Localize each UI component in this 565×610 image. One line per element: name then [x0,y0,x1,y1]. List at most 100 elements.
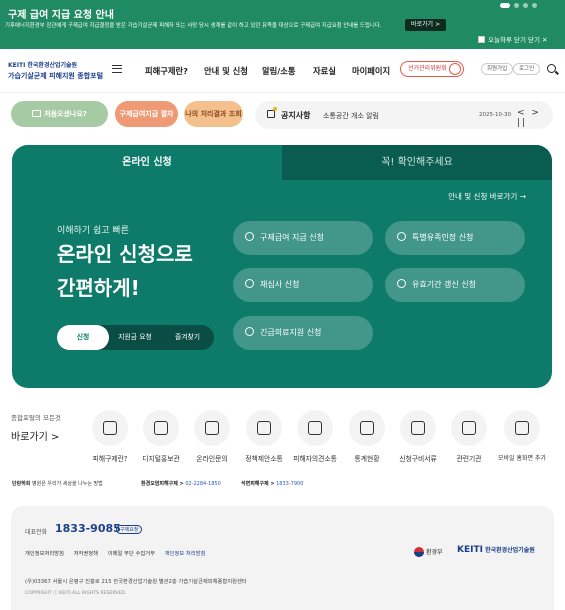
shortcut-mobile[interactable]: 모바일 홈화면 추가 [496,410,548,462]
notice-controls[interactable]: < > || [517,108,553,128]
related-link-b[interactable]: 환경오염피해구제 > 02-2284-1850 [141,480,221,487]
gnb-item-notice[interactable]: 알림/소통 [262,65,296,77]
shortcut-label: 관련기관 [456,455,482,463]
headset-icon [194,410,230,446]
gnb-item-relief[interactable]: 피해구제란? [145,65,188,77]
apply-item-renewal[interactable]: 유효기간 갱신 신청 [385,268,525,302]
banner-go-button[interactable]: 바로가기 > [405,19,447,31]
speaker-icon [267,110,275,118]
search-icon[interactable] [547,64,556,73]
footer-copyright: COPYRIGHT ⓒ KEITI.ALL RIGHTS RESERVED. [25,591,127,596]
document-icon [246,410,282,446]
footer-link-copyright[interactable]: 저작권정책 [74,551,98,557]
shortcut-label: 통계현황 [354,455,380,463]
segment-apply[interactable]: 신청 [57,325,109,350]
shortcut-agencies[interactable]: 관련기관 [443,410,495,463]
shortcut-policy[interactable]: 정책제안소통 [238,410,290,463]
footer-link-privacy-policy[interactable]: 개인정보 처리방침 [165,551,206,557]
today-close-checkbox[interactable]: 오늘하루 닫기 [478,34,526,44]
gnb-item-library[interactable]: 자료실 [313,65,336,77]
logo-title: 가습기살균제 피해지원 종합포털 [8,72,104,80]
shortcut-stats[interactable]: 통계현황 [341,410,393,463]
segment-favorites[interactable]: 즐겨찾기 [161,325,214,350]
info-icon [92,410,128,446]
check-circle-icon [397,279,406,288]
related-link-c[interactable]: 석면피해구제 > 1833-7900 [241,480,303,487]
segment-support[interactable]: 지원금 요청 [109,325,161,350]
shortcut-label: 신청구비서류 [399,455,437,463]
guide-link[interactable]: 안내 및 신청 바로가기 → [448,191,526,202]
apply-item-emergency[interactable]: 긴급의료지원 신청 [233,316,373,350]
ministry-logo[interactable]: 환경부 [414,547,443,557]
online-apply-panel: 온라인 신청 꼭! 확인해주세요 안내 및 신청 바로가기 → 이해하기 쉽고 … [12,145,552,388]
my-result-button[interactable]: 나의 처리결과 조회 [184,101,243,127]
org-chart-icon [451,410,487,446]
shortcut-label: 온라인문의 [196,455,228,463]
banner-close-button[interactable]: 닫기 ✕ [528,34,547,44]
notice-text[interactable]: 소통공간 개소 알림 [323,111,379,121]
shortcut-documents[interactable]: 신청구비서류 [392,410,444,463]
procedure-button[interactable]: 구제급여지급 절차 [115,101,178,127]
election-label: 선거관리위원회 [408,65,447,72]
election-icon [449,63,461,75]
apply-item-review[interactable]: 재심사 신청 [233,268,373,302]
related-c-phone: 1833-7900 [276,481,304,487]
mobile-heart-icon [504,410,540,446]
apply-item-relief[interactable]: 구제급여 지급 신청 [233,221,373,255]
gnb-item-mypage[interactable]: 마이페이지 [352,65,390,77]
folder-icon [400,410,436,446]
related-a-label: 단란하회 [12,481,31,487]
book-icon [32,110,42,117]
election-button[interactable]: 선거관리위원회 [400,61,464,77]
rep-phone-label: 대표전화 [25,529,48,536]
keiti-logo[interactable]: KEITI 한국환경산업기술원 [457,545,535,555]
apply-item-special[interactable]: 특별유족인정 신청 [385,221,525,255]
footer-link-privacy[interactable]: 개인정보처리방침 [25,551,64,557]
related-link-a[interactable]: 단란하회 병원은 우리가 세상을 나누는 방법 [12,480,103,487]
rep-phone: 1833-9085 [55,522,121,535]
shortcut-inquiry[interactable]: 온라인문의 [186,410,238,463]
keiti-name: 한국환경산업기술원 [485,547,535,554]
banner-pagination[interactable] [500,3,537,8]
shortcuts-caption: 종합포털의 모든것 [11,414,61,422]
first-visit-button[interactable]: 처음오셨나요? [11,101,108,127]
shortcut-label: 모바일 홈화면 추가 [498,455,546,462]
gnb-item-apply[interactable]: 안내 및 신청 [204,65,248,77]
panel-subheading: 이해하기 쉽고 빠른 [57,226,129,236]
related-b-label: 환경오염피해구제 > [141,481,184,487]
login-button[interactable]: 로그인 [513,63,541,75]
site-header: KEITI 한국환경산업기술원 가습기살균제 피해지원 종합포털 피해구제란? … [0,49,565,93]
footer-link-email[interactable]: 이메일 무단 수집거부 [108,551,155,557]
shortcut-opinion[interactable]: 피해자의견소통 [289,410,341,463]
checkbox-icon [478,35,485,43]
panel-heading-line1: 온라인 신청으로 [57,242,193,266]
apply-item-label: 유효기간 갱신 신청 [412,280,476,289]
target-icon [349,410,385,446]
panel-heading-line2: 간편하게! [57,276,140,300]
segment-control: 신청 지원금 요청 즐겨찾기 [57,325,214,350]
relief-badge[interactable]: 구제요청 [116,525,143,534]
shortcut-label: 피해자의견소통 [293,455,337,463]
shortcut-label: 정책제안소통 [245,455,283,463]
footer-address: (우)03367 서울시 은평구 진흥로 215 한국환경산업기술원 별관2층 … [25,579,247,585]
shortcut-relief[interactable]: 피해구제란? [84,410,136,463]
menu-icon[interactable] [112,65,122,73]
apply-item-label: 긴급의료지원 신청 [260,328,322,337]
shortcut-label: 디지털홍보관 [142,455,180,463]
play-icon [143,410,179,446]
shortcuts-title[interactable]: 바로가기 > [11,428,61,443]
notice-label: 공지사항 [281,111,311,120]
check-circle-icon [245,327,254,336]
site-logo[interactable]: KEITI 한국환경산업기술원 가습기살균제 피해지원 종합포털 [8,60,103,81]
check-circle-icon [245,232,254,241]
join-button[interactable]: 회원가입 [481,63,514,75]
notice-banner: 구제 급여 지급 요청 안내 기후에너지환경부 장관에게 구제급여 지급결정을 … [0,0,565,49]
tab-online-apply[interactable]: 온라인 신청 [12,145,282,180]
tab-must-check[interactable]: 꼭! 확인해주세요 [282,145,552,180]
first-visit-label: 처음오셨나요? [44,110,87,118]
today-close-label: 오늘하루 닫기 [488,36,526,44]
check-circle-icon [397,232,406,241]
ministry-name: 환경부 [426,549,443,556]
related-c-label: 석면피해구제 > [241,481,275,487]
shortcut-pr-hall[interactable]: 디지털홍보관 [135,410,187,463]
